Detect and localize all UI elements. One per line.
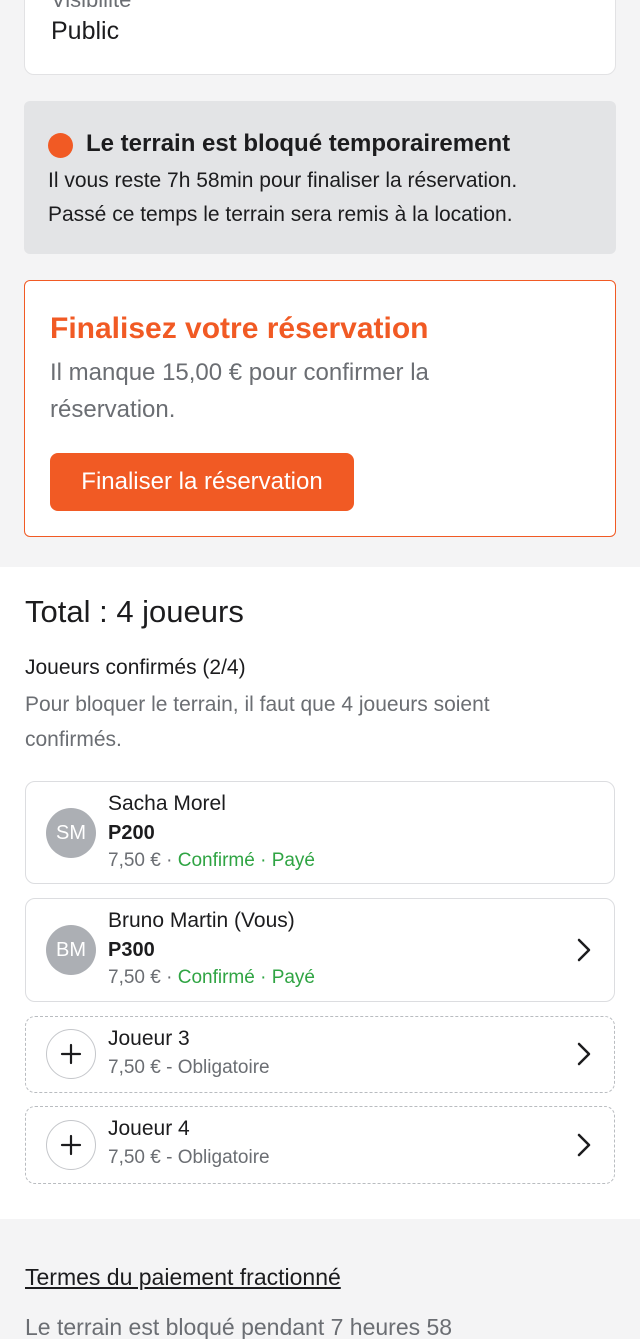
player-status-line: 7,50 € · Confirmé · Payé	[108, 850, 315, 872]
slot-requirement: 7,50 € - Obligatoire	[108, 1147, 270, 1168]
slot-name: Joueur 3	[108, 1027, 190, 1050]
terms-section: Termes du paiement fractionné Le terrain…	[0, 1219, 640, 1339]
visibility-card[interactable]: Visibilité Public	[24, 0, 616, 75]
confirmed-players-note: Pour bloquer le terrain, il faut que 4 j…	[25, 693, 490, 751]
separator: ·	[254, 850, 272, 871]
player-status-line: 7,50 € · Confirmé · Payé	[108, 967, 315, 989]
add-player-icon	[46, 1029, 96, 1079]
players-section: Total : 4 joueurs Joueurs confirmés (2/4…	[0, 567, 640, 1219]
open-slot-joueur-4[interactable]: Joueur 4 7,50 € - Obligatoire	[25, 1106, 615, 1184]
status-dot-icon	[48, 133, 73, 158]
blocked-time-remaining: Il vous reste 7h 58min pour finaliser la…	[48, 169, 518, 192]
split-payment-terms-link[interactable]: Termes du paiement fractionné	[25, 1264, 341, 1291]
chevron-right-icon	[577, 1042, 591, 1066]
finalize-description: Il manque 15,00 € pour confirmer la rése…	[50, 359, 429, 423]
visibility-label: Visibilité	[51, 0, 131, 13]
blocked-release-note: Passé ce temps le terrain sera remis à l…	[48, 203, 513, 226]
player-level: P200	[108, 822, 155, 844]
separator: ·	[160, 967, 178, 988]
avatar: BM	[46, 925, 96, 975]
open-slot-joueur-3[interactable]: Joueur 3 7,50 € - Obligatoire	[25, 1016, 615, 1093]
blocked-notice: Le terrain est bloqué temporairement Il …	[24, 101, 616, 254]
separator: ·	[254, 967, 272, 988]
finalize-button[interactable]: Finaliser la réservation	[50, 453, 354, 511]
confirmed-status: Confirmé	[177, 967, 255, 988]
add-player-icon	[46, 1120, 96, 1170]
finalize-card: Finalisez votre réservation Il manque 15…	[24, 280, 616, 537]
player-card: SM Sacha Morel P200 7,50 € · Confirmé · …	[25, 781, 615, 884]
confirmed-status: Confirmé	[177, 850, 255, 871]
slot-name: Joueur 4	[108, 1117, 190, 1140]
player-price: 7,50 €	[108, 967, 161, 988]
visibility-value: Public	[51, 17, 120, 45]
slot-requirement: 7,50 € - Obligatoire	[108, 1057, 270, 1078]
total-players-title: Total : 4 joueurs	[25, 594, 244, 629]
player-price: 7,50 €	[108, 850, 161, 871]
terms-text: Le terrain est bloqué pendant 7 heures 5…	[25, 1314, 453, 1339]
player-name: Bruno Martin (Vous)	[108, 909, 295, 932]
player-level: P300	[108, 939, 155, 961]
player-name: Sacha Morel	[108, 792, 226, 815]
chevron-right-icon	[577, 938, 591, 962]
blocked-title: Le terrain est bloqué temporairement	[86, 130, 511, 157]
player-card-self[interactable]: BM Bruno Martin (Vous) P300 7,50 € · Con…	[25, 898, 615, 1002]
avatar: SM	[46, 808, 96, 858]
finalize-title: Finalisez votre réservation	[50, 312, 429, 345]
separator: ·	[160, 850, 178, 871]
paid-status: Payé	[271, 967, 315, 988]
paid-status: Payé	[271, 850, 315, 871]
chevron-right-icon	[577, 1133, 591, 1157]
confirmed-players-title: Joueurs confirmés (2/4)	[25, 656, 246, 679]
